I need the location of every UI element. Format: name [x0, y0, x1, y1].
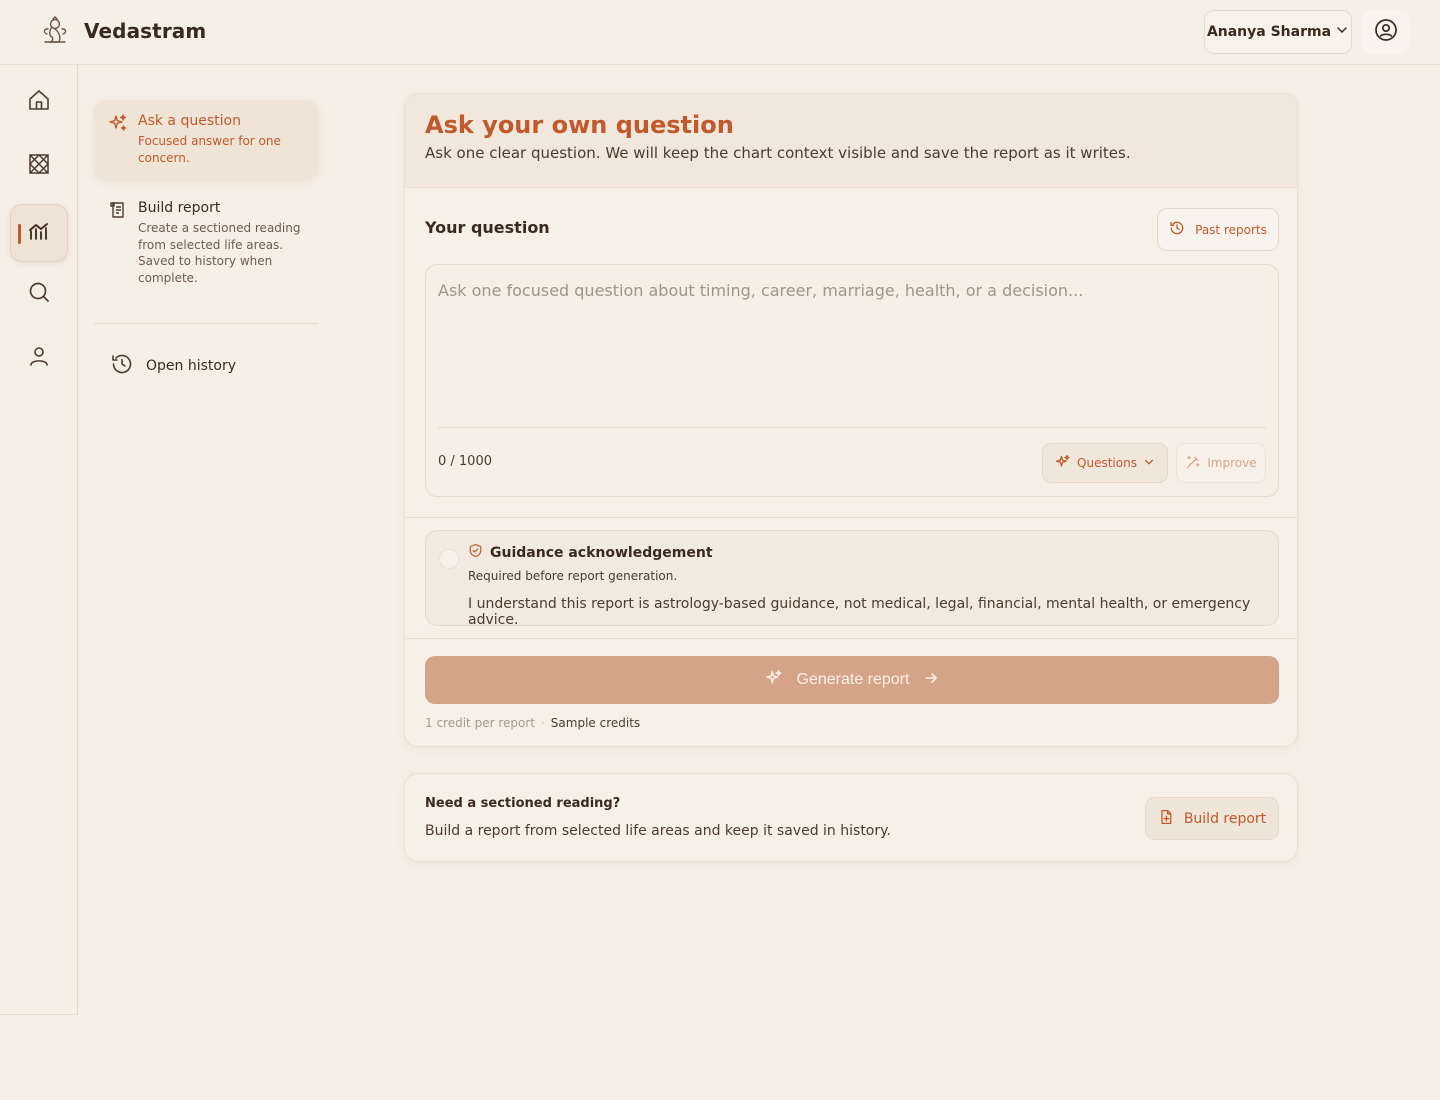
credit-cost: 1 credit per report: [425, 716, 535, 730]
subnav-ask-title: Ask a question: [138, 113, 241, 129]
ask-question-card: Ask your own question Ask one clear ques…: [404, 93, 1298, 747]
guidance-heading: Guidance acknowledgement: [468, 543, 713, 562]
brand-name: Vedastram: [84, 19, 207, 43]
reports-icon: [27, 219, 51, 247]
build-report-label: Build report: [1183, 810, 1267, 827]
sectioned-reading-desc: Build a report from selected life areas …: [425, 823, 891, 839]
profile-icon: [27, 344, 51, 372]
rail-profile[interactable]: [10, 329, 68, 387]
card-header: Ask your own question Ask one clear ques…: [405, 94, 1297, 188]
open-history-label: Open history: [146, 358, 236, 374]
page-title: Ask your own question: [425, 111, 734, 139]
sectioned-reading-card: Need a sectioned reading? Build a report…: [404, 773, 1298, 862]
subnav-ask-question[interactable]: Ask a question Focused answer for one co…: [94, 100, 318, 180]
question-label: Your question: [425, 218, 550, 237]
arrow-right-icon: [923, 670, 939, 691]
sparkles-icon: [108, 113, 128, 137]
sparkles-icon: [765, 669, 783, 692]
dot-separator: ·: [540, 716, 545, 730]
chevron-down-icon: [1335, 23, 1349, 41]
section-divider: [405, 517, 1297, 518]
past-reports-button[interactable]: Past reports: [1157, 208, 1279, 251]
search-icon: [27, 280, 51, 308]
guidance-required: Required before report generation.: [468, 569, 678, 583]
home-icon: [27, 88, 51, 116]
rail-home[interactable]: [10, 73, 68, 131]
history-icon: [1169, 220, 1185, 239]
subnav-ask-desc: Focused answer for one concern.: [138, 134, 281, 165]
generate-report-button[interactable]: Generate report: [425, 656, 1279, 704]
ganesha-logo-icon: [38, 14, 72, 48]
subnav-build-report[interactable]: Build report Create a sectioned reading …: [94, 187, 318, 298]
chart-grid-icon: [27, 152, 51, 180]
user-name: Ananya Sharma: [1206, 24, 1332, 40]
brand[interactable]: Vedastram: [38, 14, 206, 48]
subnav-divider: [94, 323, 318, 324]
generate-report-label: Generate report: [796, 671, 910, 688]
guidance-acknowledgement[interactable]: Guidance acknowledgement Required before…: [425, 530, 1279, 628]
nav-rail: [0, 65, 78, 1015]
account-button[interactable]: [1362, 10, 1410, 54]
scroll-icon: [108, 200, 128, 224]
credits-source: Sample credits: [550, 716, 641, 730]
subnav-build-title: Build report: [138, 200, 221, 216]
guidance-text: I understand this report is astrology-ba…: [468, 596, 1251, 628]
rail-chart[interactable]: [10, 137, 68, 195]
question-input[interactable]: [426, 265, 1278, 427]
section-divider: [405, 638, 1297, 639]
subnav-build-desc: Create a sectioned reading from selected…: [138, 221, 301, 285]
build-report-button[interactable]: Build report: [1145, 797, 1279, 840]
open-history-link[interactable]: Open history: [110, 352, 236, 380]
chevron-down-icon: [1143, 456, 1155, 471]
past-reports-label: Past reports: [1195, 222, 1267, 237]
credits-info: 1 credit per report · Sample credits: [425, 716, 640, 730]
improve-label: Improve: [1207, 456, 1257, 470]
sectioned-reading-title: Need a sectioned reading?: [425, 796, 621, 811]
guidance-checkbox[interactable]: [439, 549, 459, 569]
question-box: 0 / 1000 Questions Improve: [425, 264, 1279, 497]
user-menu-button[interactable]: Ananya Sharma: [1204, 10, 1352, 54]
rail-search[interactable]: [10, 265, 68, 323]
user-circle-icon: [1374, 18, 1398, 46]
rail-reports[interactable]: [10, 204, 68, 262]
sub-nav: Ask a question Focused answer for one co…: [94, 100, 318, 298]
history-icon: [110, 352, 134, 380]
guidance-title: Guidance acknowledgement: [490, 544, 713, 561]
question-divider: [438, 427, 1266, 428]
document-icon: [1158, 809, 1174, 829]
top-bar: Vedastram Ananya Sharma: [0, 0, 1440, 65]
sparkles-icon: [1055, 454, 1071, 473]
questions-label: Questions: [1077, 456, 1137, 470]
magic-wand-icon: [1185, 454, 1201, 473]
shield-check-icon: [468, 543, 483, 562]
questions-dropdown[interactable]: Questions: [1042, 443, 1168, 483]
improve-button[interactable]: Improve: [1176, 443, 1266, 483]
page-subtitle: Ask one clear question. We will keep the…: [425, 144, 1131, 162]
character-count: 0 / 1000: [438, 454, 492, 469]
